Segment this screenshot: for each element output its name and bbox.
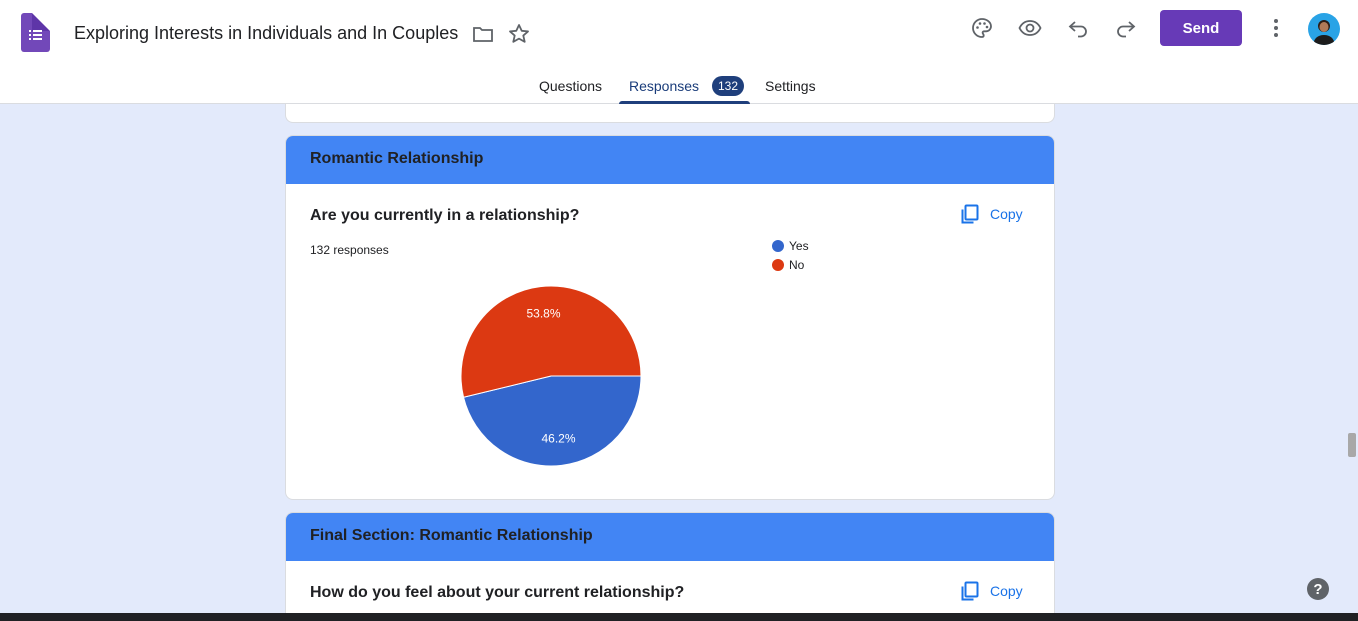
more-vert-icon[interactable]: [1263, 15, 1289, 41]
legend-swatch: [772, 258, 784, 271]
legend-label: Yes: [789, 238, 809, 253]
chart-legend: Yes No: [772, 236, 809, 274]
undo-icon[interactable]: [1065, 15, 1091, 41]
avatar[interactable]: [1308, 13, 1340, 45]
legend-item-no[interactable]: No: [772, 255, 809, 274]
tab-questions[interactable]: Questions: [539, 78, 602, 94]
tab-bar: Questions Responses 132 Settings: [0, 70, 1358, 104]
copy-label: Copy: [990, 206, 1023, 222]
question-title: How do you feel about your current relat…: [310, 584, 685, 601]
legend-item-yes[interactable]: Yes: [772, 236, 809, 255]
section-card-final-section: Final Section: Romantic Relationship How…: [285, 512, 1055, 613]
copy-chart-button[interactable]: Copy: [960, 581, 1023, 601]
redo-icon[interactable]: [1113, 15, 1139, 41]
send-button[interactable]: Send: [1160, 10, 1242, 46]
folder-icon[interactable]: [471, 22, 495, 46]
palette-icon[interactable]: [969, 15, 995, 41]
taskbar-edge: [0, 613, 1358, 621]
legend-swatch: [772, 239, 784, 252]
scrollbar-thumb[interactable]: [1348, 433, 1356, 457]
eye-icon[interactable]: [1017, 15, 1043, 41]
copy-icon: [961, 581, 979, 601]
previous-card-bottom: [285, 104, 1055, 123]
form-title[interactable]: Exploring Interests in Individuals and I…: [74, 23, 458, 44]
copy-icon: [961, 204, 979, 224]
pie-label-yes: 46.2%: [541, 432, 575, 446]
legend-label: No: [789, 257, 805, 272]
top-bar: Exploring Interests in Individuals and I…: [0, 0, 1358, 104]
question-title: Are you currently in a relationship?: [310, 207, 580, 224]
responses-count-badge: 132: [712, 76, 745, 96]
forms-logo-icon[interactable]: [21, 13, 50, 52]
section-header: Final Section: Romantic Relationship: [286, 513, 1054, 561]
help-icon[interactable]: ?: [1307, 578, 1329, 600]
response-count: 132 responses: [310, 243, 389, 257]
pie-chart: 46.2% 53.8%: [460, 285, 642, 467]
tab-responses[interactable]: Responses: [629, 78, 699, 94]
star-icon[interactable]: [507, 22, 531, 46]
pie-label-no: 53.8%: [526, 306, 560, 320]
tab-settings[interactable]: Settings: [765, 78, 816, 94]
section-header: Romantic Relationship: [286, 136, 1054, 184]
section-card-romantic-relationship: Romantic Relationship Are you currently …: [285, 135, 1055, 500]
copy-chart-button[interactable]: Copy: [960, 204, 1023, 224]
copy-label: Copy: [990, 583, 1023, 599]
